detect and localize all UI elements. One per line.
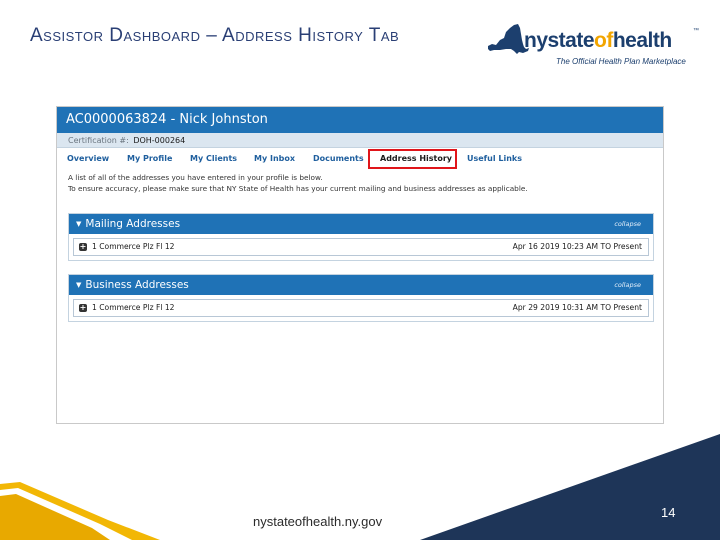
mailing-addresses-header[interactable]: ▼ Mailing Addresses collapse bbox=[69, 214, 653, 234]
mailing-addresses-title: Mailing Addresses bbox=[85, 218, 181, 230]
page-number: 14 bbox=[661, 505, 676, 520]
address-history-description: A list of all of the addresses you have … bbox=[57, 172, 663, 194]
certification-value: DOH-000264 bbox=[133, 136, 186, 145]
footer-url: nystateofhealth.ny.gov bbox=[253, 514, 383, 529]
business-addresses-panel: ▼ Business Addresses collapse + 1 Commerc… bbox=[68, 274, 654, 322]
description-line: To ensure accuracy, please make sure tha… bbox=[68, 184, 528, 193]
expand-plus-icon[interactable]: + bbox=[79, 243, 87, 251]
caret-down-icon: ▼ bbox=[76, 220, 82, 228]
certification-label: Certification #: bbox=[68, 136, 129, 145]
address-date-range: Apr 16 2019 10:23 AM TO Present bbox=[512, 242, 642, 251]
address-text: 1 Commerce Plz Fl 12 bbox=[92, 303, 175, 312]
tab-overview[interactable]: Overview bbox=[67, 153, 109, 165]
logo-wordmark: nystateofhealth bbox=[524, 30, 672, 52]
slide-title: Assistor Dashboard – Address History Tab bbox=[30, 25, 400, 46]
certification-bar: Certification #: DOH-000264 bbox=[57, 133, 663, 148]
description-line: A list of all of the addresses you have … bbox=[68, 173, 323, 182]
nystateofhealth-logo: nystateofhealth ™ The Official Health Pl… bbox=[486, 20, 708, 72]
address-text: 1 Commerce Plz Fl 12 bbox=[92, 242, 175, 251]
logo-wordmark-part3: health bbox=[612, 29, 672, 52]
trademark-symbol: ™ bbox=[693, 28, 699, 34]
business-addresses-header[interactable]: ▼ Business Addresses collapse bbox=[69, 275, 653, 295]
tab-my-profile[interactable]: My Profile bbox=[127, 153, 172, 165]
tab-my-clients[interactable]: My Clients bbox=[190, 153, 237, 165]
business-addresses-body: + 1 Commerce Plz Fl 12 Apr 29 2019 10:31… bbox=[69, 295, 653, 321]
tab-useful-links[interactable]: Useful Links bbox=[467, 153, 522, 165]
account-header: AC0000063824 - Nick Johnston bbox=[57, 107, 663, 133]
collapse-link[interactable]: collapse bbox=[614, 275, 641, 295]
logo-wordmark-part2: of bbox=[594, 29, 613, 52]
logo-tagline: The Official Health Plan Marketplace bbox=[556, 57, 686, 66]
expand-plus-icon[interactable]: + bbox=[79, 304, 87, 312]
business-addresses-title: Business Addresses bbox=[85, 279, 189, 291]
mailing-addresses-body: + 1 Commerce Plz Fl 12 Apr 16 2019 10:23… bbox=[69, 234, 653, 260]
address-row: + 1 Commerce Plz Fl 12 Apr 16 2019 10:23… bbox=[73, 238, 649, 256]
tab-my-inbox[interactable]: My Inbox bbox=[254, 153, 295, 165]
address-row: + 1 Commerce Plz Fl 12 Apr 29 2019 10:31… bbox=[73, 299, 649, 317]
caret-down-icon: ▼ bbox=[76, 281, 82, 289]
mailing-addresses-panel: ▼ Mailing Addresses collapse + 1 Commerce… bbox=[68, 213, 654, 261]
collapse-link[interactable]: collapse bbox=[614, 214, 641, 234]
footer-navy-band bbox=[420, 434, 720, 540]
assistor-dashboard-screenshot: AC0000063824 - Nick Johnston Certificati… bbox=[56, 106, 664, 424]
dashboard-tabs: Overview My Profile My Clients My Inbox … bbox=[57, 148, 663, 172]
address-date-range: Apr 29 2019 10:31 AM TO Present bbox=[512, 303, 642, 312]
tab-documents[interactable]: Documents bbox=[313, 153, 364, 165]
active-tab-highlight bbox=[368, 149, 457, 169]
logo-wordmark-part1: nystate bbox=[524, 29, 595, 52]
